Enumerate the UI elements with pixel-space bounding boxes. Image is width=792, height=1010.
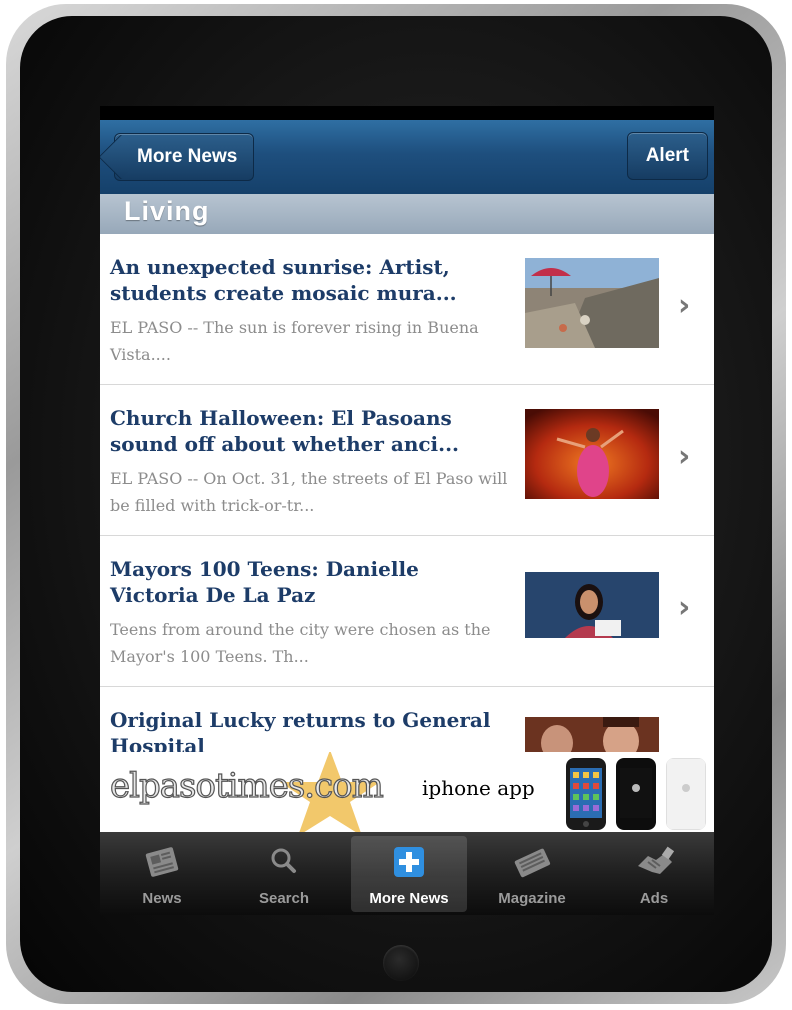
alert-button[interactable]: Alert [626, 132, 708, 180]
iphone-image [666, 758, 706, 830]
chevron-right-icon: › [678, 288, 691, 323]
ad-text: iphone app [422, 776, 535, 800]
article-thumbnail [525, 409, 659, 499]
chevron-right-icon: › [678, 439, 691, 474]
tab-label: Ads [639, 890, 669, 907]
ad-site-name: elpasotimes.com [109, 765, 384, 806]
tab-label: News [142, 890, 182, 907]
navigation-bar: More News Alert [100, 120, 714, 194]
ad-banner[interactable]: elpasotimes.com iphone app [100, 752, 714, 832]
status-bar [100, 106, 714, 120]
article-row[interactable]: Church Halloween: El Pasoans sound off a… [100, 385, 714, 536]
article-thumbnail [525, 258, 659, 348]
tab-label: More News [369, 890, 449, 907]
article-thumbnail [525, 572, 659, 638]
section-header: Living [100, 194, 714, 235]
back-button-label: More News [137, 146, 238, 167]
back-button[interactable]: More News [114, 133, 255, 181]
article-summary: EL PASO -- On Oct. 31, the streets of El… [110, 469, 508, 515]
article-summary: EL PASO -- The sun is forever rising in … [110, 318, 479, 364]
home-button[interactable] [383, 945, 419, 981]
magazine-icon [514, 848, 551, 878]
handshake-icon [638, 846, 674, 874]
plus-icon [394, 847, 424, 877]
tab-news[interactable]: News [104, 836, 220, 912]
iphone-image [616, 758, 656, 830]
tab-more-news[interactable]: More News [351, 836, 467, 912]
alert-button-label: Alert [645, 145, 689, 166]
tab-label: Magazine [498, 890, 566, 907]
tab-magazine[interactable]: Magazine [474, 836, 590, 912]
iphone-image [566, 758, 606, 830]
newspaper-icon [145, 847, 179, 877]
article-title: An unexpected sunrise: Artist, students … [110, 255, 457, 305]
section-title: Living [124, 196, 210, 226]
tab-label: Search [258, 890, 310, 907]
article-row[interactable]: An unexpected sunrise: Artist, students … [100, 234, 714, 385]
article-thumbnail [525, 717, 659, 757]
chevron-right-icon: › [678, 590, 691, 625]
article-row[interactable]: Mayors 100 Teens: Danielle Victoria De L… [100, 536, 714, 687]
search-icon [271, 848, 296, 873]
tab-bar: News Search More News Magazine Ads [100, 832, 714, 915]
article-title: Church Halloween: El Pasoans sound off a… [110, 406, 460, 456]
article-title: Mayors 100 Teens: Danielle Victoria De L… [110, 557, 419, 607]
article-summary: Teens from around the city were chosen a… [110, 620, 491, 666]
app-screen: More News Alert Living An unexpected sun… [100, 120, 714, 915]
tab-ads[interactable]: Ads [596, 836, 712, 912]
tab-search[interactable]: Search [226, 836, 342, 912]
article-list: An unexpected sunrise: Artist, students … [100, 234, 714, 838]
